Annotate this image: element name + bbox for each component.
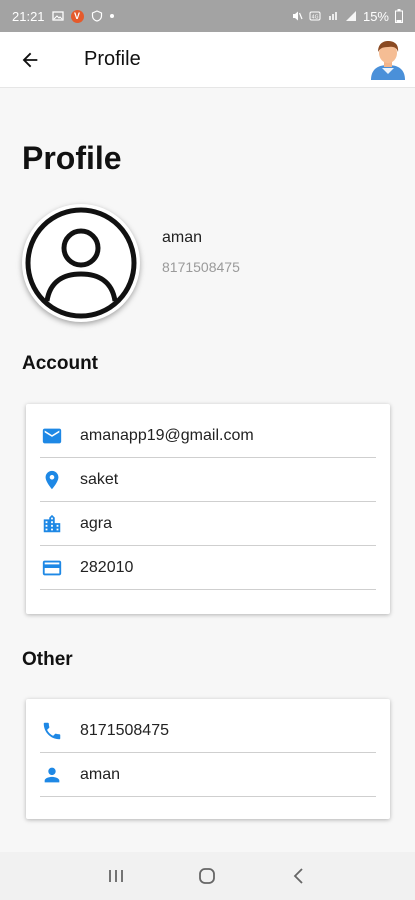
email-icon — [40, 424, 64, 448]
other-name-row[interactable]: aman — [40, 753, 376, 797]
other-phone: 8171508475 — [80, 721, 169, 739]
account-address: saket — [80, 470, 119, 488]
recent-apps-icon — [108, 870, 123, 882]
svg-text:4G: 4G — [311, 15, 318, 21]
more-notifications-icon — [109, 14, 114, 18]
shield-icon — [91, 10, 102, 22]
back-button[interactable] — [2, 32, 58, 88]
other-phone-row[interactable]: 8171508475 — [40, 709, 376, 753]
page-title: Profile — [22, 140, 122, 176]
recent-apps-button[interactable] — [96, 856, 136, 896]
home-button[interactable] — [187, 856, 227, 896]
app-notification-icon: V — [70, 9, 84, 23]
back-nav-button[interactable] — [279, 856, 319, 896]
volte-icon: 4G — [309, 11, 321, 21]
user-phone: 8171508475 — [162, 259, 240, 275]
other-card: 8171508475 aman — [26, 699, 390, 819]
account-pincode: 282010 — [80, 558, 134, 576]
system-nav-bar — [0, 852, 415, 900]
account-section-title: Account — [22, 353, 98, 374]
account-pincode-row[interactable]: 282010 — [40, 546, 376, 590]
battery-icon — [395, 9, 403, 23]
account-email: amanapp19@gmail.com — [80, 426, 254, 444]
account-circle-icon — [25, 207, 137, 319]
account-city: agra — [80, 514, 113, 532]
home-icon — [199, 868, 216, 884]
person-icon — [40, 763, 64, 787]
account-city-row[interactable]: agra — [40, 502, 376, 546]
account-card: amanapp19@gmail.com saket agra 282010 — [26, 404, 390, 614]
signal-icon — [345, 11, 356, 21]
battery-percent: 15% — [362, 8, 389, 24]
app-bar-title: Profile — [84, 48, 141, 70]
city-icon — [40, 512, 64, 536]
other-name: aman — [80, 765, 121, 783]
user-name: aman — [162, 229, 203, 246]
app-bar: Profile — [0, 32, 415, 88]
mute-icon — [292, 11, 303, 21]
account-address-row[interactable]: saket — [40, 458, 376, 502]
wifi-data-icon — [329, 12, 337, 20]
status-bar: 21:21 V 4G 15% — [0, 0, 415, 32]
phone-icon — [40, 719, 64, 743]
arrow-left-icon — [22, 52, 38, 67]
card-icon — [40, 556, 64, 580]
location-pin-icon — [40, 468, 64, 492]
user-avatar-icon — [371, 41, 405, 80]
account-email-row[interactable]: amanapp19@gmail.com — [40, 414, 376, 458]
other-section-title: Other — [22, 649, 73, 670]
status-time: 21:21 — [12, 8, 45, 24]
gallery-icon — [51, 11, 64, 21]
profile-picture[interactable] — [22, 204, 140, 322]
chevron-left-icon — [293, 868, 303, 884]
profile-avatar-button[interactable] — [367, 38, 409, 80]
